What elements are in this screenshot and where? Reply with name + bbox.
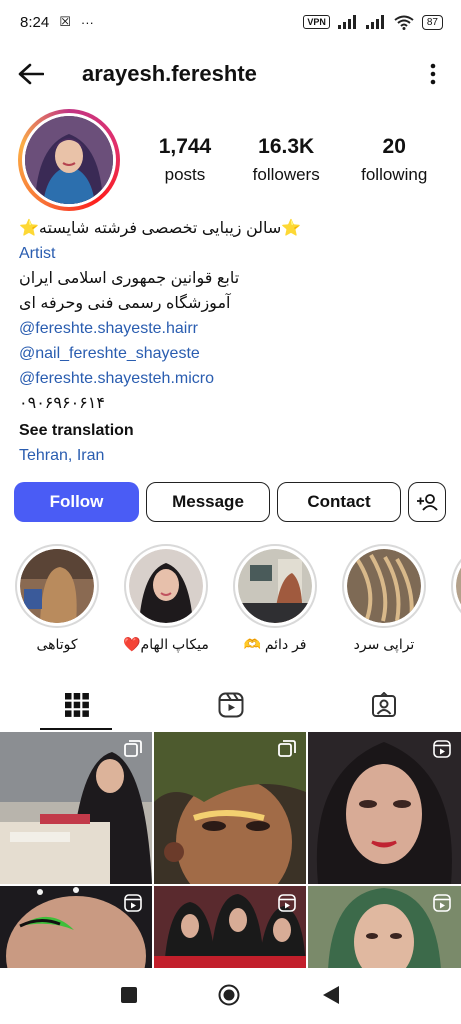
more-notifications-icon: ··· — [80, 14, 94, 30]
highlight-image — [238, 549, 312, 623]
avatar-image — [25, 116, 113, 204]
post-thumbnail[interactable] — [154, 886, 306, 968]
followers-stat[interactable]: 16.3K followers — [253, 135, 320, 185]
highlight-item[interactable]: کوتاهی — [12, 544, 102, 653]
profile-header: arayesh.fereshte — [0, 52, 461, 96]
highlight-label: میکاپ الهام❤️ — [123, 636, 209, 652]
signal-icon-2 — [365, 15, 384, 29]
carousel-icon — [278, 740, 296, 757]
suggested-users-button[interactable] — [408, 482, 446, 522]
profile-stats: 1,744 posts 16.3K followers 20 following — [138, 135, 448, 185]
status-time: 8:24 — [20, 13, 50, 31]
avatar-inner — [22, 113, 116, 207]
posts-stat[interactable]: 1,744 posts — [159, 135, 212, 185]
message-button[interactable]: Message — [146, 482, 270, 522]
highlight-image — [456, 567, 461, 605]
bio-name-line: ⭐سالن زیبایی تخصصی فرشته شایسته⭐ — [19, 220, 302, 237]
highlight-item[interactable]: میکاپ الهام❤️ — [121, 544, 211, 653]
profile-summary: 1,744 posts 16.3K followers 20 following — [18, 108, 448, 212]
posts-label: posts — [164, 165, 206, 184]
tab-posts-grid[interactable] — [0, 680, 154, 730]
back-button[interactable] — [18, 56, 54, 92]
arrow-left-icon — [18, 63, 44, 85]
highlight-item[interactable] — [448, 544, 461, 628]
posts-count: 1,744 — [158, 135, 212, 158]
grid-icon — [64, 693, 89, 717]
system-back-button[interactable] — [322, 985, 340, 1010]
highlight-ring — [15, 544, 99, 628]
tab-reels[interactable] — [154, 680, 308, 730]
bio-mention-1[interactable]: @fereshte.shayeste.hairr — [19, 316, 439, 341]
add-user-icon — [417, 494, 438, 511]
reel-icon — [278, 894, 296, 912]
more-vertical-icon — [430, 63, 436, 85]
highlight-item[interactable]: فر دائم 🫶 — [230, 544, 320, 653]
highlight-item[interactable]: تراپی سرد — [339, 544, 429, 653]
following-stat[interactable]: 20 following — [361, 135, 427, 185]
notification-icon: ☒ — [59, 14, 71, 29]
signal-icon — [337, 15, 356, 29]
reel-icon — [433, 894, 451, 912]
post-thumbnail[interactable] — [0, 886, 152, 968]
highlight-label: فر دائم 🫶 — [243, 636, 307, 652]
profile-bio: ⭐سالن زیبایی تخصصی فرشته شایسته⭐ Artist … — [19, 216, 439, 468]
contact-button[interactable]: Contact — [277, 482, 401, 522]
highlight-ring — [342, 544, 426, 628]
wifi-icon — [394, 15, 414, 30]
vpn-badge: VPN — [303, 15, 330, 29]
status-bar: 8:24 ☒ ··· VPN 87 — [0, 0, 461, 44]
followers-count: 16.3K — [258, 135, 315, 158]
bio-location[interactable]: Tehran, Iran — [19, 443, 439, 468]
bio-mention-2[interactable]: @nail_fereshte_shayeste — [19, 341, 439, 366]
highlight-image — [129, 549, 203, 623]
highlight-image — [20, 549, 94, 623]
follow-button[interactable]: Follow — [14, 482, 139, 522]
highlight-image — [347, 549, 421, 623]
bio-phone: ۰۹۰۶۹۶۰۶۱۴ — [19, 395, 105, 412]
following-label: following — [361, 165, 428, 184]
highlight-label: تراپی سرد — [353, 636, 415, 652]
highlight-ring — [451, 544, 461, 628]
followers-label: followers — [252, 165, 320, 184]
see-translation-link[interactable]: See translation — [19, 418, 439, 443]
more-options-button[interactable] — [423, 59, 443, 89]
bio-mention-3[interactable]: @fereshte.shayesteh.micro — [19, 366, 439, 391]
profile-actions: Follow Message Contact — [14, 482, 448, 522]
post-thumbnail[interactable] — [308, 732, 461, 884]
post-thumbnail[interactable] — [308, 886, 461, 968]
status-left: 8:24 ☒ ··· — [20, 14, 94, 31]
bio-category: Artist — [19, 245, 56, 262]
bio-line-2: آموزشگاه رسمی فنی وحرفه ای — [19, 295, 231, 312]
status-right: VPN 87 — [303, 14, 443, 30]
highlight-ring — [233, 544, 317, 628]
post-thumbnail[interactable] — [154, 732, 306, 884]
avatar-story-ring[interactable] — [18, 109, 120, 211]
carousel-icon — [124, 740, 142, 757]
post-thumbnail[interactable] — [0, 732, 152, 884]
triangle-back-icon — [323, 985, 340, 1004]
bio-line-1: تابع قوانین جمهوری اسلامی ایران — [19, 270, 240, 287]
reel-icon — [433, 740, 451, 758]
following-count: 20 — [382, 135, 406, 158]
square-icon — [120, 986, 137, 1003]
reel-icon — [124, 894, 142, 912]
battery-indicator: 87 — [421, 14, 443, 30]
circle-icon — [218, 984, 240, 1005]
posts-grid — [0, 732, 461, 968]
system-navigation-bar — [0, 970, 461, 1024]
recent-apps-button[interactable] — [120, 986, 137, 1008]
tab-tagged[interactable] — [307, 680, 461, 730]
highlight-label: کوتاهی — [36, 636, 78, 652]
highlight-ring — [124, 544, 208, 628]
home-button[interactable] — [218, 984, 240, 1011]
avatar — [25, 116, 113, 204]
profile-username: arayesh.fereshte — [82, 61, 257, 86]
tagged-icon — [372, 692, 397, 717]
reels-icon — [218, 692, 243, 718]
story-highlights: کوتاهی میکاپ الهام❤️ فر دائم 🫶 تراپی سرد — [0, 544, 461, 656]
profile-tabs — [0, 680, 461, 730]
